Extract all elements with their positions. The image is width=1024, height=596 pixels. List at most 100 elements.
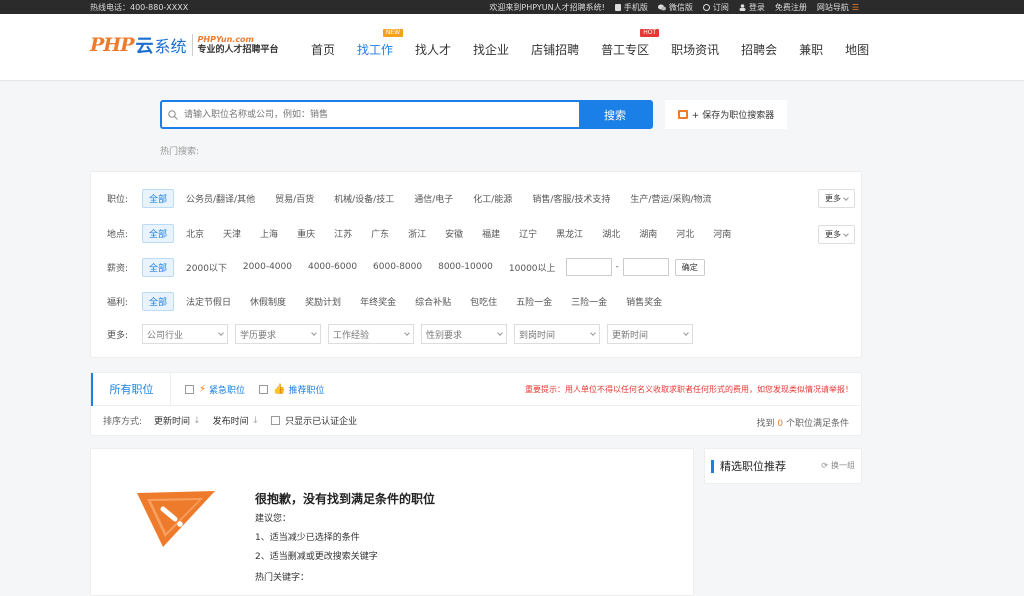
job-opt[interactable]: 公务员/翻译/其他: [186, 192, 255, 205]
urgent-jobs-filter[interactable]: ⚡ 紧急职位: [185, 383, 245, 396]
welfare-opt[interactable]: 五险一金: [516, 295, 552, 308]
mobile-link[interactable]: 手机版: [614, 2, 648, 13]
welfare-opt[interactable]: 法定节假日: [186, 295, 231, 308]
job-opt[interactable]: 通信/电子: [414, 192, 453, 205]
chevron-down-icon: [843, 230, 849, 237]
location-opt[interactable]: 湖北: [602, 227, 620, 240]
welfare-opt[interactable]: 销售奖金: [626, 295, 662, 308]
location-opt[interactable]: 河北: [676, 227, 694, 240]
gender-select[interactable]: 性别要求: [421, 324, 507, 344]
location-opt[interactable]: 江苏: [334, 227, 352, 240]
salary-opt[interactable]: 6000-8000: [373, 262, 422, 272]
sort-by-publish[interactable]: 发布时间 ↓: [213, 414, 260, 428]
sort-by-update[interactable]: 更新时间 ↓: [154, 414, 201, 428]
welfare-opt[interactable]: 奖励计划: [305, 295, 341, 308]
more-filter-row: 更多: 公司行业 学历要求 工作经验 性别要求 到岗时间 更新时间: [107, 324, 851, 344]
job-opt-all[interactable]: 全部: [142, 188, 175, 208]
salary-opt[interactable]: 10000以上: [509, 261, 556, 274]
header: PHP 云 系统 PHPYun.com 专业的人才招聘平台 首页 找工作 NEW …: [0, 14, 1024, 81]
nav-shop-recruit[interactable]: 店铺招聘: [531, 41, 579, 58]
job-opt[interactable]: 机械/设备/技工: [334, 192, 394, 205]
job-opt[interactable]: 生产/营运/采购/物流: [630, 192, 711, 205]
job-opt[interactable]: 贸易/百货: [275, 192, 314, 205]
nav-find-job[interactable]: 找工作 NEW: [357, 29, 404, 58]
location-opt[interactable]: 辽宁: [519, 227, 537, 240]
sort-label: 排序方式:: [103, 417, 143, 427]
urgent-checkbox[interactable]: [185, 384, 194, 394]
search-button[interactable]: 搜索: [579, 102, 651, 127]
featured-jobs-title: 精选职位推荐: [720, 460, 786, 473]
subscribe-link[interactable]: 订阅: [702, 2, 729, 13]
location-opt[interactable]: 重庆: [297, 227, 315, 240]
welfare-opt[interactable]: 包吃住: [470, 295, 497, 308]
salary-opt[interactable]: 4000-6000: [308, 262, 357, 272]
verified-checkbox[interactable]: [271, 416, 281, 425]
location-opt-all[interactable]: 全部: [142, 223, 175, 243]
job-more-button[interactable]: 更多: [818, 189, 855, 208]
nav-general-worker[interactable]: 普工专区 HOT: [601, 29, 660, 58]
welfare-opt[interactable]: 休假制度: [250, 295, 286, 308]
education-select[interactable]: 学历要求: [235, 324, 321, 344]
location-opt[interactable]: 湖南: [639, 227, 657, 240]
salary-opt[interactable]: 8000-10000: [438, 262, 493, 272]
refresh-icon: ⟳: [821, 461, 828, 470]
nav-news[interactable]: 职场资讯: [671, 41, 719, 58]
urgent-label: 紧急职位: [209, 385, 246, 396]
recommend-checkbox[interactable]: [259, 384, 269, 394]
location-opt[interactable]: 上海: [260, 227, 278, 240]
welfare-opt-all[interactable]: 全部: [142, 291, 175, 311]
job-opt[interactable]: 化工/能源: [473, 192, 512, 205]
recommend-jobs-filter[interactable]: 👍 推荐职位: [259, 383, 325, 396]
main-nav: 首页 找工作 NEW 找人才 找企业 店铺招聘 普工专区 HOT 职场资讯 招聘会 …: [311, 29, 891, 58]
nav-find-company[interactable]: 找企业: [473, 41, 509, 58]
salary-max-input[interactable]: [622, 258, 669, 276]
location-opt[interactable]: 安徽: [445, 227, 463, 240]
arrival-select[interactable]: 到岗时间: [514, 324, 600, 344]
nav-home[interactable]: 首页: [311, 41, 335, 58]
location-opt[interactable]: 北京: [186, 227, 204, 240]
job-opt[interactable]: 销售/客服/技术支持: [532, 192, 610, 205]
search-input[interactable]: [184, 102, 579, 127]
salary-opt-all[interactable]: 全部: [142, 257, 175, 277]
welfare-opt[interactable]: 年终奖金: [360, 295, 396, 308]
site-nav-link[interactable]: 网站导航 ☰: [817, 2, 859, 13]
location-more-button[interactable]: 更多: [818, 225, 855, 244]
nav-job-fair[interactable]: 招聘会: [741, 41, 777, 58]
wechat-link[interactable]: 微信版: [657, 2, 693, 13]
filter-panel: 职位: 全部 公务员/翻译/其他 贸易/百货 机械/设备/技工 通信/电子 化工…: [90, 171, 862, 358]
save-search-label: + 保存为职位搜索器: [691, 111, 775, 121]
location-opt[interactable]: 广东: [371, 227, 389, 240]
salary-filter-row: 薪资: 全部 2000以下 2000-4000 4000-6000 6000-8…: [107, 257, 851, 277]
nav-map[interactable]: 地图: [845, 41, 869, 58]
suggest-tip-1: 1、适当减少已选择的条件: [255, 533, 360, 543]
logo[interactable]: PHP 云 系统 PHPYun.com 专业的人才招聘平台: [90, 32, 279, 58]
empty-result-box: 很抱歉，没有找到满足条件的职位 建议您： 1、适当减少已选择的条件 2、适当删减…: [90, 448, 694, 596]
salary-opt[interactable]: 2000-4000: [243, 262, 292, 272]
salary-opt[interactable]: 2000以下: [186, 261, 227, 274]
verified-only-filter[interactable]: 只显示已认证企业: [271, 414, 357, 427]
location-opt[interactable]: 福建: [482, 227, 500, 240]
salary-confirm-button[interactable]: 确定: [674, 258, 705, 276]
salary-min-input[interactable]: [565, 258, 612, 276]
lightning-icon: ⚡: [199, 383, 207, 395]
location-opt[interactable]: 天津: [223, 227, 241, 240]
experience-select[interactable]: 工作经验: [328, 324, 414, 344]
location-opt[interactable]: 河南: [713, 227, 731, 240]
more-filter-label: 更多:: [107, 330, 129, 341]
industry-select[interactable]: 公司行业: [142, 324, 228, 344]
location-opt[interactable]: 浙江: [408, 227, 426, 240]
update-time-select[interactable]: 更新时间: [607, 324, 693, 344]
phone-icon: [614, 4, 621, 11]
save-search-button[interactable]: + 保存为职位搜索器: [665, 100, 787, 129]
nav-part-time[interactable]: 兼职: [799, 41, 823, 58]
login-link[interactable]: 登录: [739, 2, 765, 13]
menu-icon: ☰: [851, 3, 859, 12]
tab-all-jobs[interactable]: 所有职位: [91, 372, 171, 406]
welfare-opt[interactable]: 综合补贴: [415, 295, 451, 308]
location-opt[interactable]: 黑龙江: [556, 227, 583, 240]
swap-button[interactable]: ⟳ 换一组: [821, 460, 855, 471]
welfare-opt[interactable]: 三险一金: [571, 295, 607, 308]
nav-find-talent[interactable]: 找人才: [415, 41, 451, 58]
hotline: 热线电话：400-880-XXXX: [90, 3, 189, 12]
register-link[interactable]: 免费注册: [775, 2, 807, 13]
